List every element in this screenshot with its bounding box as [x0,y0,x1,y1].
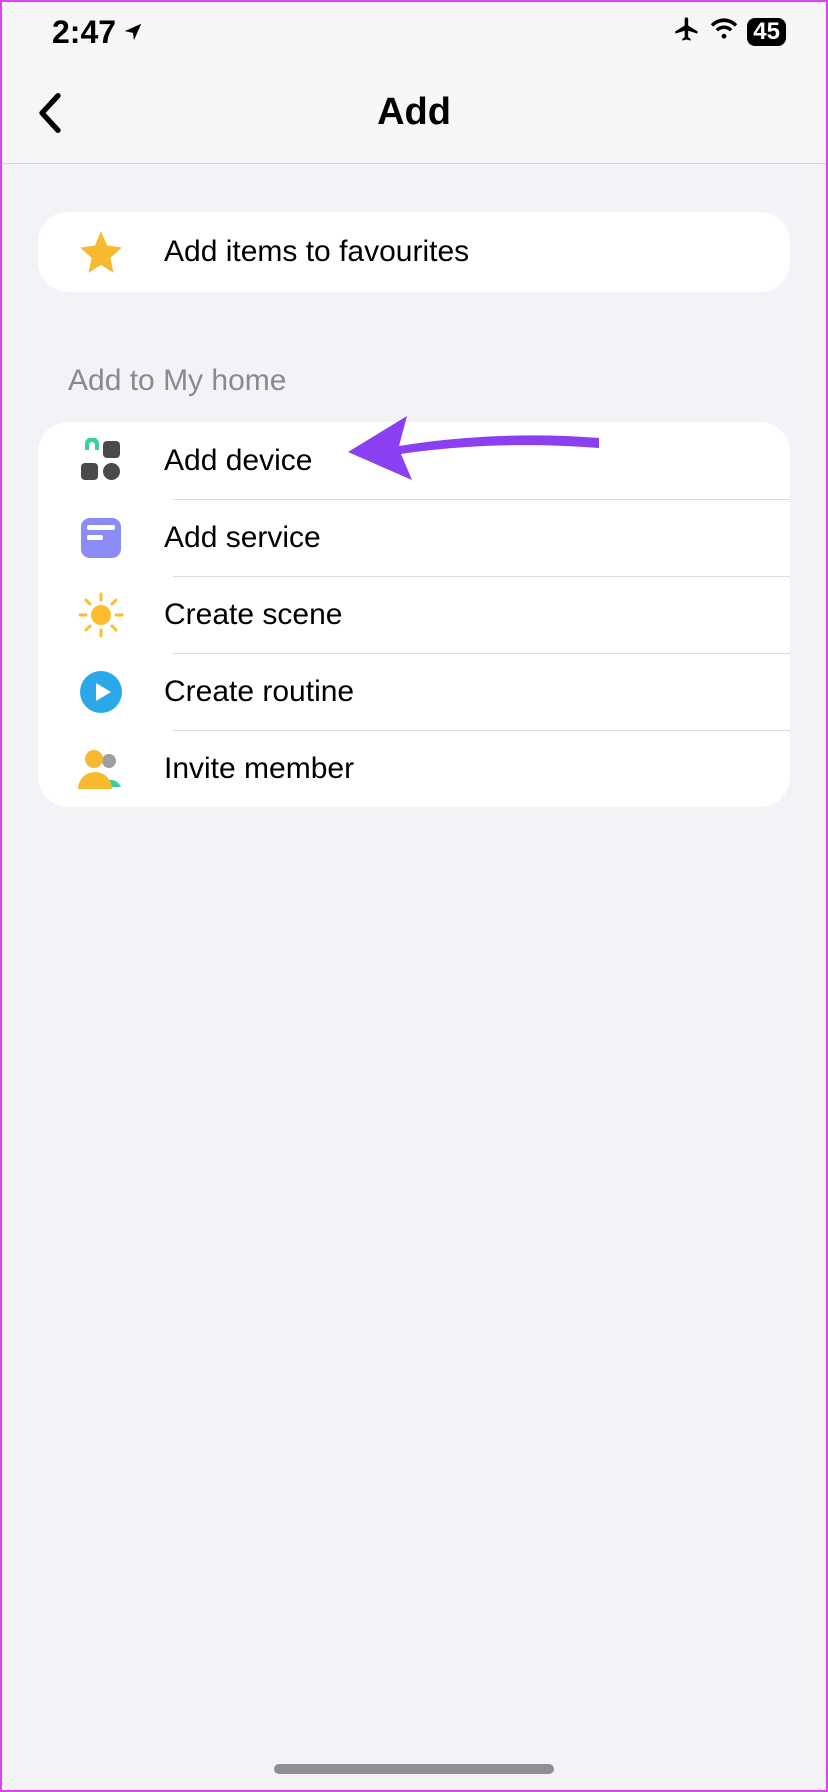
location-icon [122,14,144,51]
add-service-row[interactable]: Add service [38,499,790,576]
add-device-icon [76,436,126,486]
add-device-label: Add device [164,444,312,478]
status-time-group: 2:47 [52,14,144,51]
wifi-icon [709,16,739,48]
battery-indicator: 45 [747,18,786,46]
add-device-row[interactable]: Add device [38,422,790,499]
create-scene-icon [76,590,126,640]
create-scene-row[interactable]: Create scene [38,576,790,653]
create-routine-label: Create routine [164,675,354,709]
star-icon [76,227,126,277]
add-list: Add device Add service [38,422,790,807]
create-routine-icon [76,667,126,717]
page-title: Add [377,91,451,134]
status-time: 2:47 [52,14,116,51]
add-service-label: Add service [164,521,321,555]
invite-member-icon [76,744,126,794]
create-routine-row[interactable]: Create routine [38,653,790,730]
nav-header: Add [2,62,826,164]
create-scene-label: Create scene [164,598,342,632]
status-right: 45 [673,15,786,50]
home-indicator[interactable] [274,1764,554,1774]
section-label: Add to My home [68,364,790,398]
airplane-icon [673,15,701,50]
back-button[interactable] [30,93,70,133]
chevron-left-icon [38,93,62,133]
content: Add items to favourites Add to My home A… [2,164,826,807]
invite-member-row[interactable]: Invite member [38,730,790,807]
invite-member-label: Invite member [164,752,354,786]
favourites-label: Add items to favourites [164,235,469,269]
add-to-favourites-row[interactable]: Add items to favourites [38,212,790,292]
add-service-icon [76,513,126,563]
status-bar: 2:47 45 [2,2,826,62]
